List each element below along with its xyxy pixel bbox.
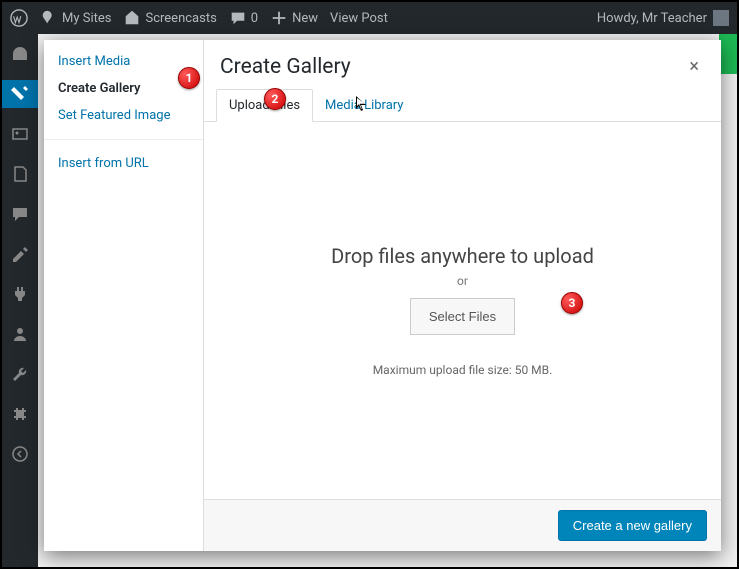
admin-toolbar: My Sites Screencasts 0 New View Post How… bbox=[2, 2, 737, 34]
wp-logo[interactable] bbox=[10, 9, 28, 27]
sidebar-item-set-featured[interactable]: Set Featured Image bbox=[58, 108, 189, 123]
modal-sidebar: Insert Media Create Gallery Set Featured… bbox=[44, 40, 204, 551]
menu-plugins[interactable] bbox=[2, 280, 38, 308]
my-sites[interactable]: My Sites bbox=[40, 9, 111, 27]
select-files-button[interactable]: Select Files bbox=[410, 298, 515, 335]
comments-count: 0 bbox=[251, 11, 258, 26]
modal-title: Create Gallery bbox=[220, 55, 351, 79]
modal-main: Create Gallery × Upload Files Media Libr… bbox=[204, 40, 721, 551]
create-gallery-button[interactable]: Create a new gallery bbox=[558, 510, 707, 541]
menu-tools[interactable] bbox=[2, 360, 38, 388]
media-modal: Insert Media Create Gallery Set Featured… bbox=[44, 40, 721, 551]
menu-dashboard[interactable] bbox=[2, 40, 38, 68]
avatar[interactable] bbox=[713, 10, 729, 26]
callout-3: 3 bbox=[561, 292, 583, 314]
menu-settings[interactable] bbox=[2, 400, 38, 428]
menu-users[interactable] bbox=[2, 320, 38, 348]
menu-posts[interactable] bbox=[2, 80, 38, 108]
view-post[interactable]: View Post bbox=[330, 11, 388, 26]
bg-accent bbox=[719, 34, 737, 74]
callout-2: 2 bbox=[264, 88, 286, 110]
comments[interactable]: 0 bbox=[229, 9, 258, 27]
close-icon[interactable]: × bbox=[683, 52, 705, 81]
new-content[interactable]: New bbox=[270, 9, 318, 27]
new-label: New bbox=[292, 11, 318, 26]
sidebar-separator bbox=[44, 139, 203, 140]
mouse-cursor-icon bbox=[356, 96, 368, 112]
sidebar-item-insert-media[interactable]: Insert Media bbox=[58, 54, 189, 69]
modal-header: Create Gallery × bbox=[204, 40, 721, 89]
site-name-label: Screencasts bbox=[145, 11, 216, 26]
admin-menu bbox=[2, 34, 38, 567]
menu-media[interactable] bbox=[2, 120, 38, 148]
drop-instruction: Drop files anywhere to upload bbox=[331, 244, 594, 268]
select-files-label: Select Files bbox=[429, 309, 496, 324]
view-post-label: View Post bbox=[330, 11, 388, 26]
modal-footer: Create a new gallery bbox=[204, 499, 721, 551]
my-sites-label: My Sites bbox=[62, 11, 111, 26]
max-upload-note: Maximum upload file size: 50 MB. bbox=[373, 363, 553, 377]
menu-pages[interactable] bbox=[2, 160, 38, 188]
upload-dropzone[interactable]: Drop files anywhere to upload or Select … bbox=[204, 122, 721, 499]
sidebar-item-create-gallery[interactable]: Create Gallery bbox=[58, 81, 189, 96]
sidebar-item-insert-url[interactable]: Insert from URL bbox=[58, 156, 189, 171]
greeting[interactable]: Howdy, Mr Teacher bbox=[597, 11, 707, 26]
site-name[interactable]: Screencasts bbox=[123, 9, 216, 27]
menu-comments[interactable] bbox=[2, 200, 38, 228]
menu-collapse[interactable] bbox=[2, 440, 38, 468]
or-label: or bbox=[457, 274, 468, 288]
callout-1: 1 bbox=[178, 67, 200, 89]
sidebar-item-label: Create Gallery bbox=[58, 81, 140, 96]
menu-appearance[interactable] bbox=[2, 240, 38, 268]
